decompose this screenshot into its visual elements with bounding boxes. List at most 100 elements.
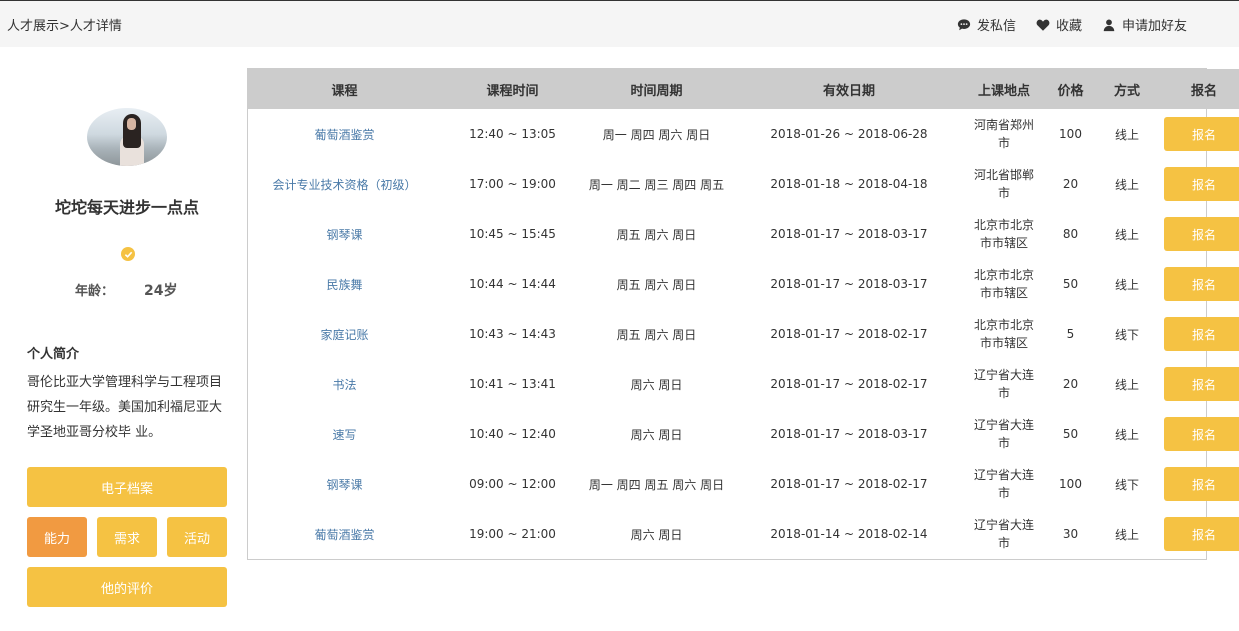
bio-text: 哥伦比亚大学管理科学与工程项目研究生一年级。美国加利福尼亚大学圣地亚哥分校毕 业…	[27, 375, 223, 440]
course-dates: 2018-01-17 ~ 2018-03-17	[770, 227, 928, 241]
course-location: 辽宁省大连市	[973, 418, 1034, 450]
course-period: 周一 周四 周五 周六 周日	[588, 477, 725, 492]
enroll-button[interactable]: 报名	[1164, 367, 1239, 401]
course-period: 周一 周四 周六 周日	[602, 127, 711, 142]
course-time: 12:40 ~ 13:05	[469, 127, 556, 141]
enroll-cell: 报名	[1152, 309, 1239, 359]
age-row: 年龄： 24岁	[75, 280, 178, 300]
course-period: 周六 周日	[630, 527, 683, 542]
course-time: 10:41 ~ 13:41	[469, 377, 556, 391]
bio-title: 个人简介	[27, 347, 80, 362]
table-row: 书法 10:41 ~ 13:41 周六 周日 2018-01-17 ~ 2018…	[248, 359, 1239, 409]
enroll-cell: 报名	[1152, 509, 1239, 559]
course-time: 19:00 ~ 21:00	[469, 527, 556, 541]
course-link[interactable]: 民族舞	[248, 259, 441, 309]
enroll-button[interactable]: 报名	[1164, 117, 1239, 151]
reviews-button[interactable]: 他的评价	[27, 567, 227, 607]
enroll-cell: 报名	[1152, 209, 1239, 259]
course-dates: 2018-01-17 ~ 2018-02-17	[770, 377, 928, 391]
course-mode: 线上	[1114, 277, 1139, 292]
table-row: 家庭记账 10:43 ~ 14:43 周五 周六 周日 2018-01-17 ~…	[248, 309, 1239, 359]
ability-tab[interactable]: 能力	[27, 517, 87, 557]
enroll-cell: 报名	[1152, 409, 1239, 459]
enroll-cell: 报名	[1152, 359, 1239, 409]
age-value: 24岁	[144, 283, 178, 299]
course-time: 10:43 ~ 14:43	[469, 327, 556, 341]
enroll-button[interactable]: 报名	[1164, 517, 1239, 551]
course-location: 辽宁省大连市	[973, 518, 1034, 550]
course-location: 北京市北京市市辖区	[973, 318, 1034, 350]
user-icon	[1103, 18, 1115, 31]
course-period: 周五 周六 周日	[616, 327, 697, 342]
course-period: 周五 周六 周日	[616, 227, 697, 242]
enroll-cell: 报名	[1152, 259, 1239, 309]
course-location: 北京市北京市市辖区	[973, 218, 1034, 250]
course-link[interactable]: 葡萄酒鉴赏	[248, 109, 441, 159]
course-location: 辽宁省大连市	[973, 368, 1034, 400]
course-link[interactable]: 会计专业技术资格（初级）	[248, 159, 441, 209]
avatar	[87, 108, 167, 166]
enroll-button[interactable]: 报名	[1164, 217, 1239, 251]
top-actions: 发私信 收藏 申请加好友	[957, 15, 1187, 34]
course-mode: 线上	[1114, 427, 1139, 442]
header-time: 课程时间	[441, 69, 584, 109]
course-link[interactable]: 书法	[248, 359, 441, 409]
course-dates: 2018-01-18 ~ 2018-04-18	[770, 177, 928, 191]
course-price: 20	[1062, 377, 1079, 391]
top-bar: 人才展示>人才详情 发私信 收藏 申请加好友	[0, 0, 1239, 47]
header-period: 时间周期	[584, 69, 729, 109]
course-dates: 2018-01-17 ~ 2018-03-17	[770, 277, 928, 291]
course-link[interactable]: 速写	[248, 409, 441, 459]
enroll-cell: 报名	[1152, 159, 1239, 209]
table-row: 会计专业技术资格（初级） 17:00 ~ 19:00 周一 周二 周三 周四 周…	[248, 159, 1239, 209]
table-row: 葡萄酒鉴赏 19:00 ~ 21:00 周六 周日 2018-01-14 ~ 2…	[248, 509, 1239, 559]
header-mode: 方式	[1102, 69, 1152, 109]
table-row: 钢琴课 09:00 ~ 12:00 周一 周四 周五 周六 周日 2018-01…	[248, 459, 1239, 509]
enroll-button[interactable]: 报名	[1164, 417, 1239, 451]
course-time: 10:40 ~ 12:40	[469, 427, 556, 441]
course-link[interactable]: 家庭记账	[248, 309, 441, 359]
header-course: 课程	[248, 69, 441, 109]
user-name: 坨坨每天进步一点点	[54, 198, 199, 217]
table-row: 钢琴课 10:45 ~ 15:45 周五 周六 周日 2018-01-17 ~ …	[248, 209, 1239, 259]
course-location: 河南省郑州市	[973, 118, 1034, 150]
enroll-button[interactable]: 报名	[1164, 267, 1239, 301]
course-mode: 线下	[1114, 327, 1139, 342]
course-link[interactable]: 钢琴课	[248, 209, 441, 259]
add-friend-label: 申请加好友	[1121, 19, 1187, 34]
course-mode: 线上	[1114, 527, 1139, 542]
course-period: 周一 周二 周三 周四 周五	[588, 177, 725, 192]
enroll-cell: 报名	[1152, 459, 1239, 509]
course-dates: 2018-01-17 ~ 2018-02-17	[770, 477, 928, 491]
course-price: 50	[1062, 277, 1079, 291]
course-table: 课程 课程时间 时间周期 有效日期 上课地点 价格 方式 报名 葡萄酒鉴赏 12…	[247, 68, 1239, 560]
course-mode: 线下	[1114, 477, 1139, 492]
table-header-row: 课程 课程时间 时间周期 有效日期 上课地点 价格 方式 报名	[248, 69, 1239, 109]
course-period: 周六 周日	[630, 427, 683, 442]
add-friend-button[interactable]: 申请加好友	[1102, 15, 1187, 34]
course-price: 100	[1059, 477, 1082, 491]
enroll-button[interactable]: 报名	[1164, 317, 1239, 351]
course-price: 20	[1062, 177, 1079, 191]
favorite-button[interactable]: 收藏	[1036, 15, 1082, 34]
archive-button[interactable]: 电子档案	[27, 467, 227, 507]
course-location: 河北省邯郸市	[973, 168, 1034, 200]
course-mode: 线上	[1114, 377, 1139, 392]
enroll-button[interactable]: 报名	[1164, 167, 1239, 201]
course-mode: 线上	[1114, 227, 1139, 242]
activity-tab[interactable]: 活动	[167, 517, 227, 557]
course-mode: 线上	[1114, 177, 1139, 192]
header-dates: 有效日期	[729, 69, 969, 109]
breadcrumb: 人才展示>人才详情	[7, 19, 122, 34]
header-enroll: 报名	[1152, 69, 1239, 109]
course-dates: 2018-01-14 ~ 2018-02-14	[770, 527, 928, 541]
course-dates: 2018-01-26 ~ 2018-06-28	[770, 127, 928, 141]
course-link[interactable]: 钢琴课	[248, 459, 441, 509]
demand-tab[interactable]: 需求	[97, 517, 157, 557]
course-location: 北京市北京市市辖区	[973, 268, 1034, 300]
course-link[interactable]: 葡萄酒鉴赏	[248, 509, 441, 559]
header-location: 上课地点	[969, 69, 1039, 109]
send-message-button[interactable]: 发私信	[957, 15, 1016, 34]
course-price: 50	[1062, 427, 1079, 441]
enroll-button[interactable]: 报名	[1164, 467, 1239, 501]
